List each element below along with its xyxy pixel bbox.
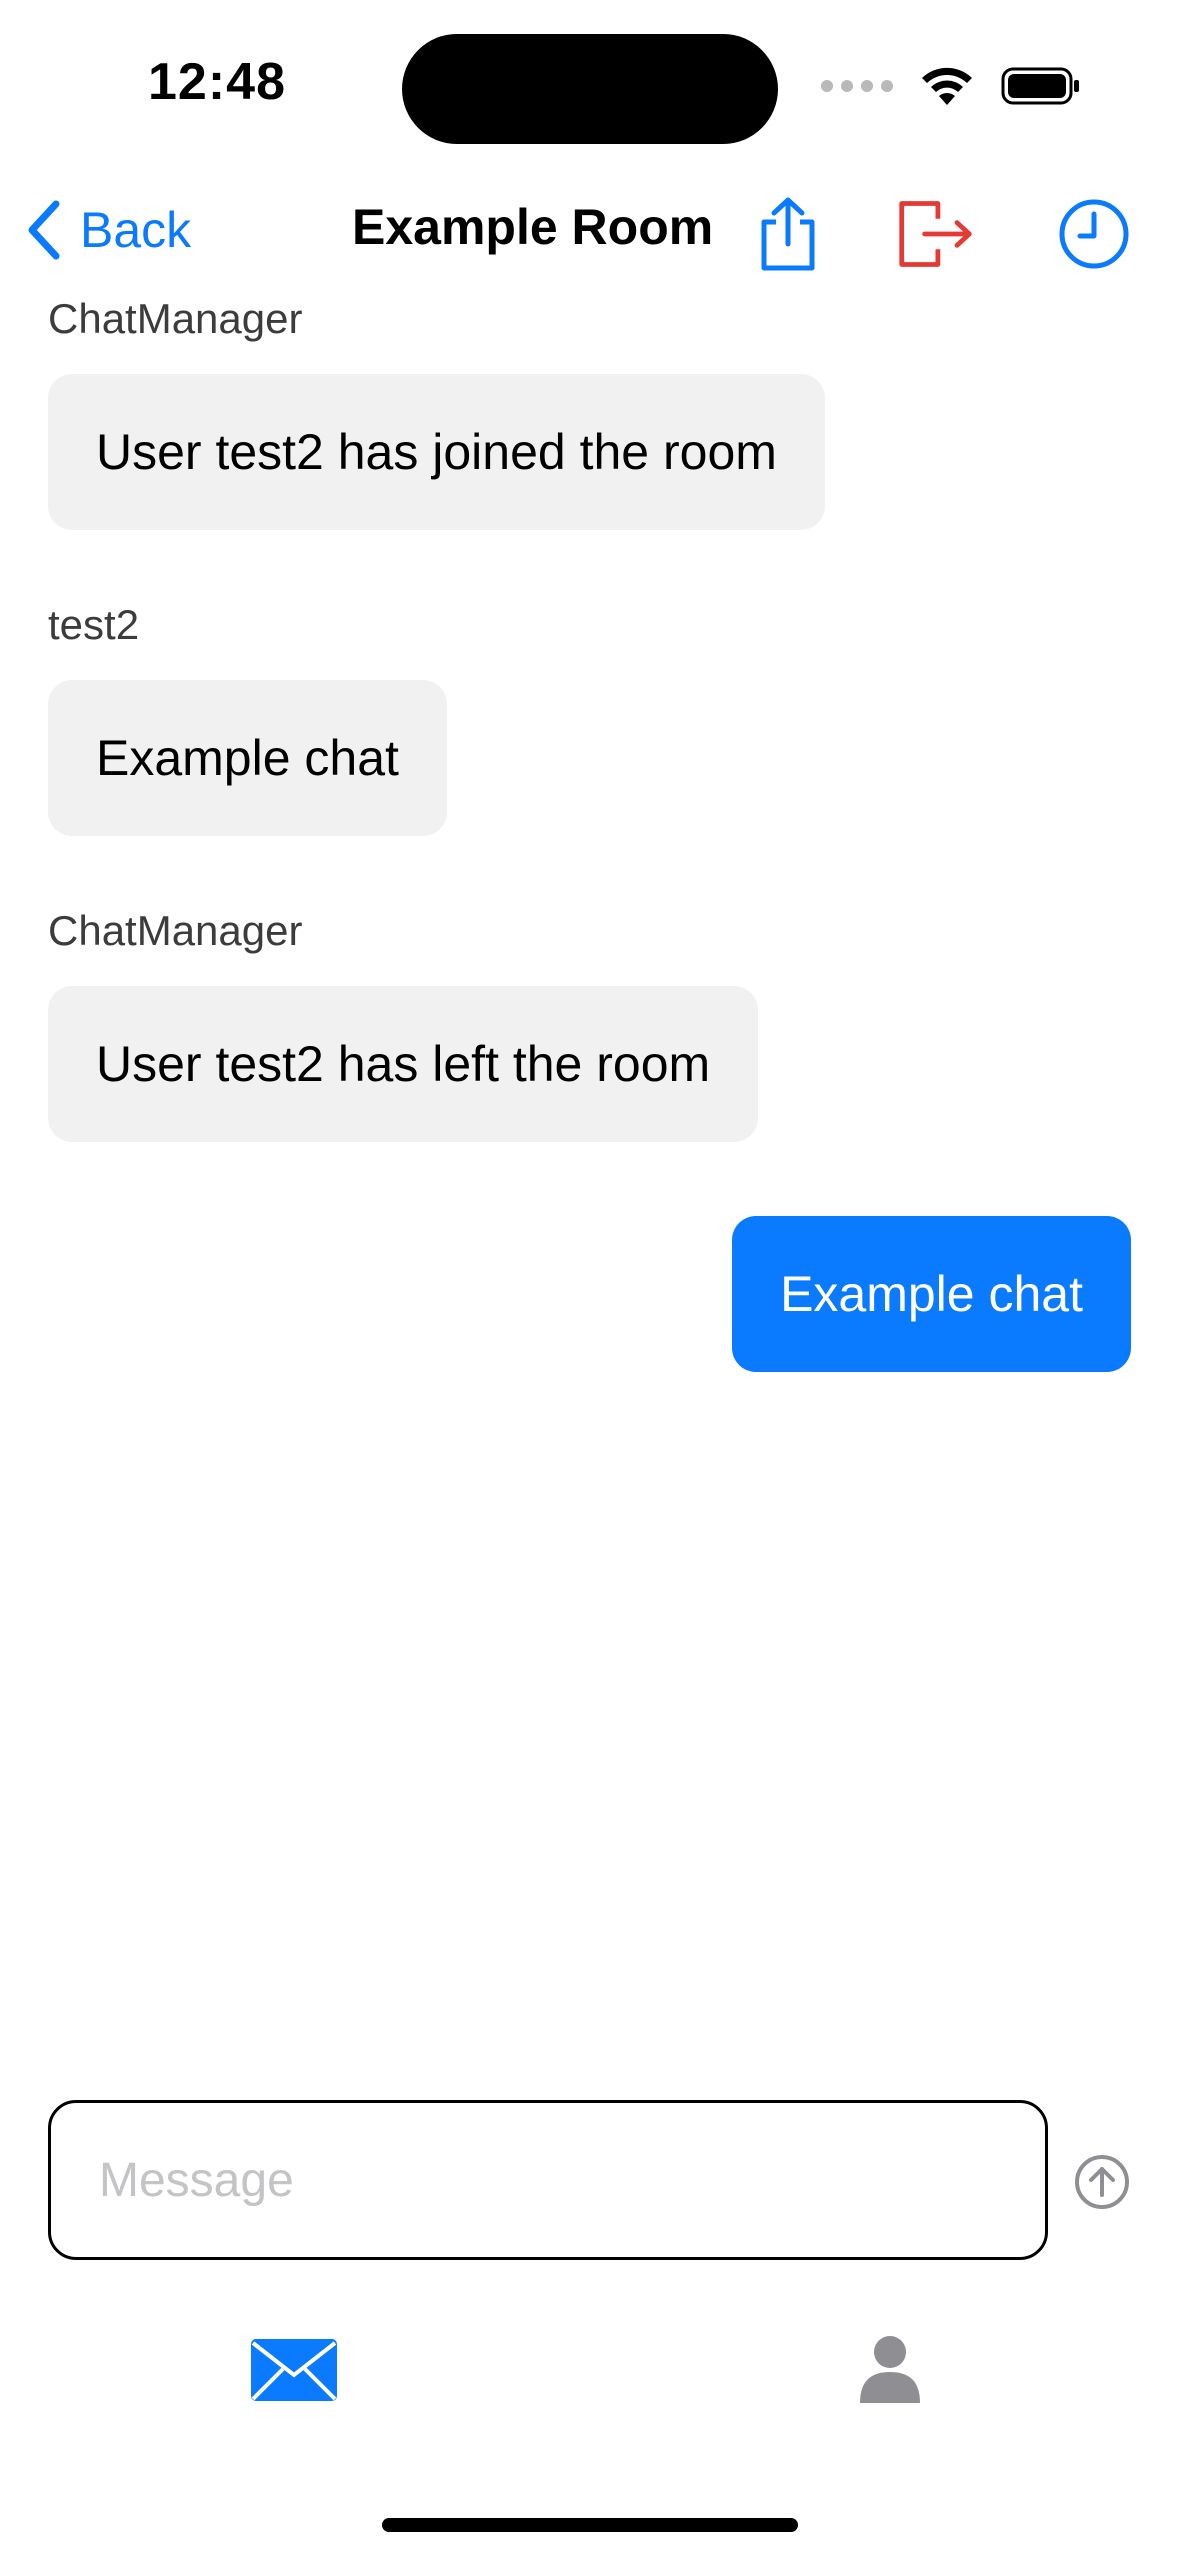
dynamic-island: [402, 34, 778, 144]
message-sender: ChatManager: [48, 907, 303, 954]
status-indicators: [821, 64, 1081, 108]
message-composer: [48, 2100, 1048, 2260]
message-bubble-incoming[interactable]: User test2 has joined the room: [48, 374, 825, 530]
person-icon: [860, 2336, 920, 2403]
message-input[interactable]: [99, 2152, 1045, 2208]
message-sender: test2: [48, 601, 140, 648]
history-clock-icon: [1059, 199, 1129, 269]
send-arrow-up-icon[interactable]: [1074, 2154, 1130, 2210]
home-indicator: [382, 2518, 798, 2532]
envelope-icon: [251, 2339, 337, 2401]
cellular-signal-icon: [821, 80, 893, 92]
tab-profile[interactable]: [848, 2330, 932, 2410]
battery-icon: [1001, 67, 1079, 105]
leave-room-button[interactable]: [896, 194, 976, 274]
tab-messages[interactable]: [248, 2330, 340, 2410]
message-bubble-incoming[interactable]: Example chat: [48, 680, 447, 836]
chat-room-screen: 12:48 Back Example Room ChatManager User…: [0, 0, 1179, 2556]
status-time: 12:48: [148, 53, 286, 111]
message-bubble-outgoing[interactable]: Example chat: [732, 1216, 1131, 1372]
back-button[interactable]: Back: [26, 190, 191, 270]
message-bubble-incoming[interactable]: User test2 has left the room: [48, 986, 759, 1142]
chevron-left-icon: [28, 200, 60, 260]
back-label: Back: [80, 202, 192, 258]
share-icon: [761, 197, 815, 271]
wifi-icon: [922, 67, 972, 105]
share-button[interactable]: [748, 194, 828, 274]
leave-room-icon: [899, 201, 972, 267]
page-title: Example Room: [352, 199, 714, 255]
history-button[interactable]: [1054, 194, 1134, 274]
message-sender: ChatManager: [48, 295, 303, 342]
navigation-bar: Back Example Room: [0, 180, 1179, 290]
